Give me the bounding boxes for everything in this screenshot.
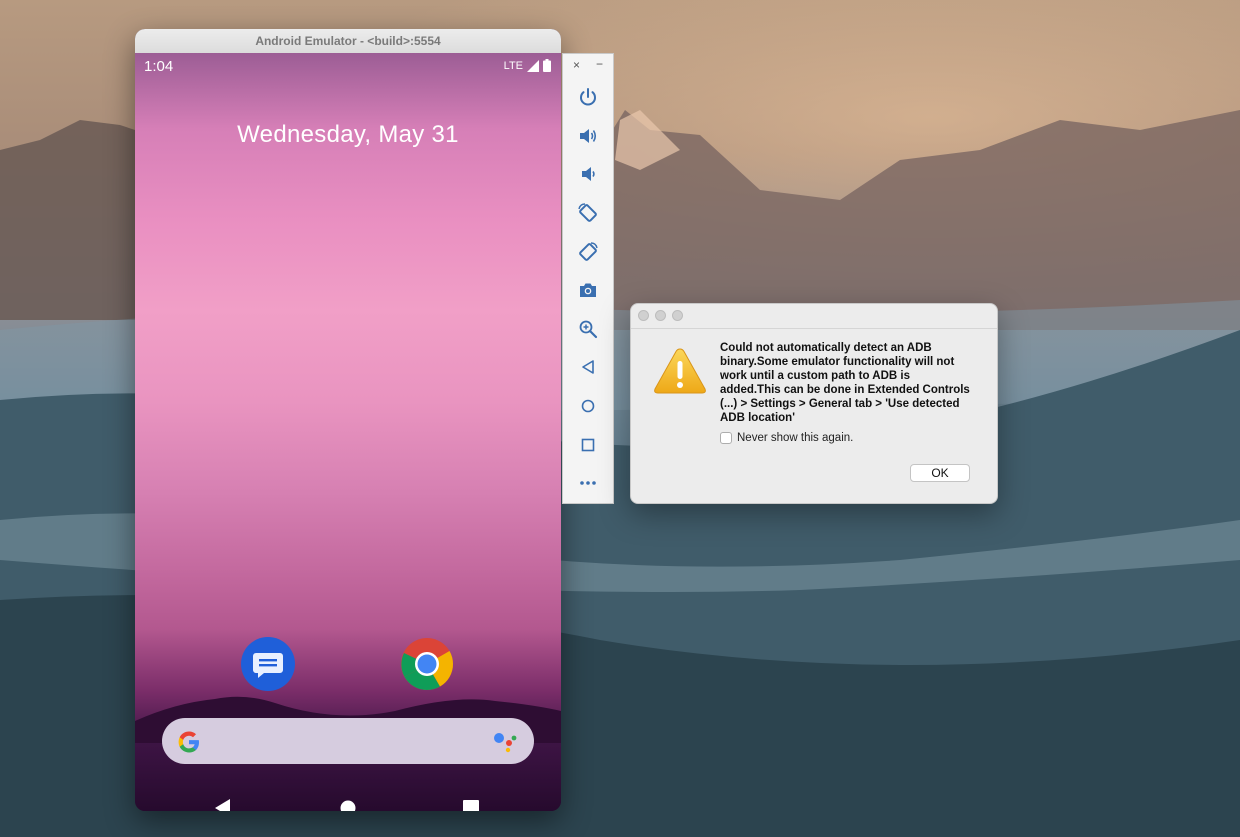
dialog-minimize-button[interactable] [655, 310, 666, 321]
home-button[interactable] [563, 387, 613, 426]
emulator-title: Android Emulator - <build>:5554 [135, 29, 561, 54]
overview-icon [581, 438, 595, 451]
never-show-row[interactable]: Never show this again. [720, 432, 853, 444]
dialog-message: Could not automatically detect an ADB bi… [720, 342, 970, 424]
back-button[interactable] [563, 348, 613, 387]
back-icon [582, 360, 594, 375]
home-icon [581, 399, 595, 413]
warning-icon [654, 348, 706, 394]
rotate-right-button[interactable] [563, 232, 613, 271]
google-search-bar[interactable] [162, 718, 534, 764]
home-icon[interactable] [340, 800, 356, 811]
dialog-titlebar [631, 304, 997, 329]
emulator-toolbar: × − [562, 53, 614, 504]
volume-up-icon [580, 128, 597, 143]
more-icon [580, 481, 596, 486]
more-button[interactable] [563, 464, 613, 503]
lockscreen-date[interactable]: Wednesday, May 31 [135, 121, 561, 149]
power-button[interactable] [563, 78, 613, 117]
volume-down-button[interactable] [563, 155, 613, 194]
screenshot-button[interactable] [563, 271, 613, 310]
navigation-bar [135, 783, 561, 811]
zoom-button[interactable] [563, 310, 613, 349]
volume-down-icon [582, 167, 595, 182]
adb-warning-dialog: Could not automatically detect an ADB bi… [630, 303, 998, 504]
power-icon [580, 88, 596, 106]
chrome-logo-icon [401, 638, 453, 690]
toolbar-minimize-button[interactable]: − [596, 57, 603, 71]
rotate-left-button[interactable] [563, 194, 613, 233]
google-assistant-icon [494, 733, 517, 753]
toolbar-close-button[interactable]: × [573, 58, 580, 72]
messages-icon[interactable] [241, 637, 295, 691]
camera-icon [580, 283, 596, 298]
google-g-icon [178, 731, 199, 753]
signal-icon [527, 59, 539, 72]
status-time: 1:04 [144, 58, 174, 75]
status-bar: 1:04 LTE [135, 53, 561, 79]
dialog-close-button[interactable] [638, 310, 649, 321]
rotate-left-icon [578, 203, 597, 222]
overview-button[interactable] [563, 425, 613, 464]
never-show-checkbox[interactable] [720, 432, 732, 444]
chrome-icon[interactable] [400, 637, 454, 691]
never-show-label[interactable]: Never show this again. [737, 432, 853, 444]
zoom-icon [579, 320, 598, 338]
battery-icon [543, 59, 551, 72]
overview-icon[interactable] [463, 800, 479, 811]
emulator-window: Android Emulator - <build>:5554 1:04 LTE… [135, 29, 561, 811]
rotate-right-icon [579, 241, 598, 261]
device-screen[interactable]: 1:04 LTE Wednesday, May 31 [135, 53, 561, 811]
status-icons: LTE [504, 59, 551, 72]
ok-button[interactable]: OK [910, 464, 970, 482]
back-icon[interactable] [215, 799, 231, 811]
dialog-zoom-button[interactable] [672, 310, 683, 321]
messages-glyph-icon [253, 653, 283, 678]
network-label: LTE [503, 59, 523, 72]
volume-up-button[interactable] [563, 117, 613, 156]
